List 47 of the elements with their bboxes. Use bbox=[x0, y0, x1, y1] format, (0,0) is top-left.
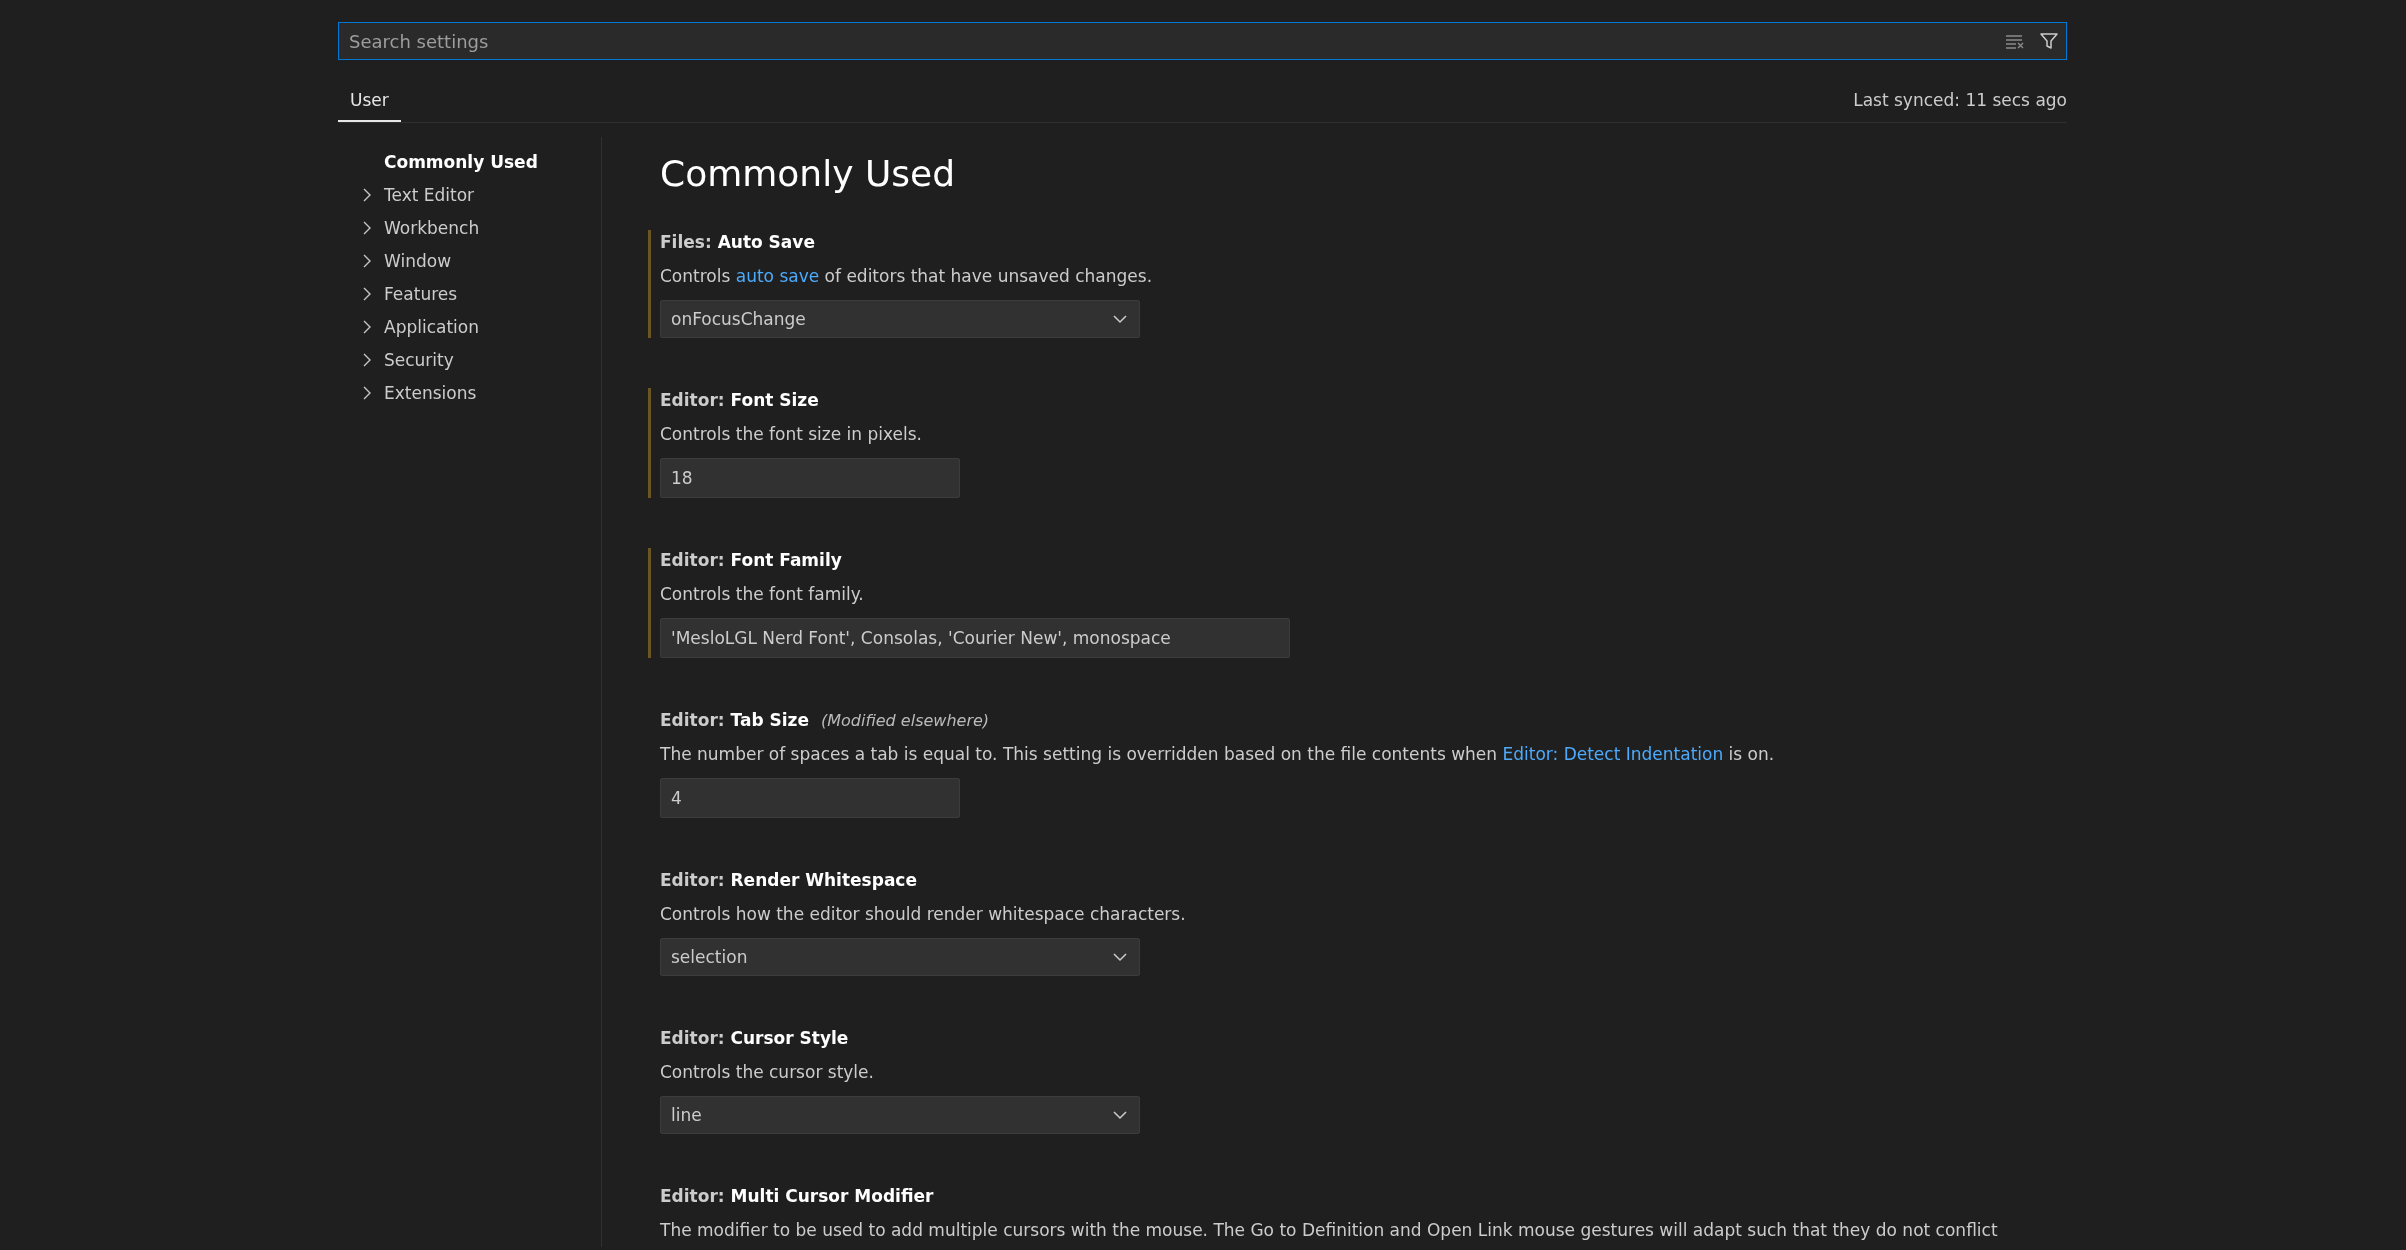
search-field[interactable]: Search settings bbox=[338, 22, 2067, 60]
sync-status: Last synced: 11 secs ago bbox=[1853, 90, 2067, 112]
chevron-right-icon[interactable] bbox=[362, 253, 372, 268]
chevron-down-icon[interactable] bbox=[1113, 952, 1127, 962]
setting-description: The modifier to be used to add multiple cursors with the mouse. The Go to Definition and Open Link mouse gestures will adapt such that they do not conflict bbox=[660, 1220, 1998, 1240]
chevron-right-icon[interactable] bbox=[362, 385, 372, 400]
setting-description: Controls the font family. bbox=[660, 584, 865, 604]
modified-note: (Modified elsewhere) bbox=[821, 711, 990, 730]
input-field[interactable]: 4 bbox=[660, 778, 960, 818]
setting-description: The number of spaces a tab is equal to. This setting is overridden based on the file contents when Editor: Detect Indentation is on. bbox=[660, 744, 1775, 764]
section-heading: Commonly Used bbox=[660, 153, 956, 194]
sidebar-item[interactable]: Application bbox=[338, 310, 601, 343]
sidebar-item[interactable]: Extensions bbox=[338, 376, 601, 409]
setting-description: Controls how the editor should render whitespace characters. bbox=[660, 904, 1186, 924]
chevron-right-icon[interactable] bbox=[362, 319, 372, 334]
sidebar-item[interactable]: Security bbox=[338, 343, 601, 376]
dropdown[interactable]: line bbox=[660, 1096, 1140, 1134]
setting-title: Editor: Font Size bbox=[660, 390, 819, 410]
chevron-right-icon[interactable] bbox=[362, 286, 372, 301]
chevron-right-icon[interactable] bbox=[362, 187, 372, 202]
chevron-right-icon[interactable] bbox=[362, 352, 372, 367]
filter-icon[interactable] bbox=[2039, 31, 2059, 51]
setting-title: Editor: Font Family bbox=[660, 550, 842, 570]
setting-title: Editor: Multi Cursor Modifier bbox=[660, 1186, 934, 1206]
sidebar-item[interactable]: Window bbox=[338, 244, 601, 277]
setting-title: Editor: Render Whitespace bbox=[660, 870, 917, 890]
input-field[interactable]: 18 bbox=[660, 458, 960, 498]
setting-link[interactable]: Editor: Detect Indentation bbox=[1502, 744, 1724, 764]
dropdown[interactable]: selection bbox=[660, 938, 1140, 976]
chevron-right-icon[interactable] bbox=[362, 220, 372, 235]
chevron-down-icon[interactable] bbox=[1113, 314, 1127, 324]
settings-tab[interactable]: User bbox=[338, 84, 401, 122]
sidebar-item[interactable]: Workbench bbox=[338, 211, 601, 244]
clear-filter-icon[interactable] bbox=[2005, 33, 2025, 49]
sidebar-item[interactable]: Text Editor bbox=[338, 178, 601, 211]
setting-title: Files: Auto Save bbox=[660, 232, 815, 252]
input-field[interactable]: 'MesloLGL Nerd Font', Consolas, 'Courier New', monospace bbox=[660, 618, 1290, 658]
dropdown[interactable]: onFocusChange bbox=[660, 300, 1140, 338]
setting-description: Controls the font size in pixels. bbox=[660, 424, 923, 444]
setting-description: Controls the cursor style. bbox=[660, 1062, 875, 1082]
sidebar-item[interactable]: Commonly Used bbox=[338, 145, 601, 178]
sidebar-item[interactable]: Features bbox=[338, 277, 601, 310]
setting-title: Editor: Cursor Style bbox=[660, 1028, 849, 1048]
chevron-down-icon[interactable] bbox=[1113, 1110, 1127, 1120]
setting-description: Controls auto save of editors that have unsaved changes. bbox=[660, 266, 1153, 286]
setting-title: Editor: Tab Size bbox=[660, 710, 809, 730]
setting-link[interactable]: auto save bbox=[735, 266, 820, 286]
